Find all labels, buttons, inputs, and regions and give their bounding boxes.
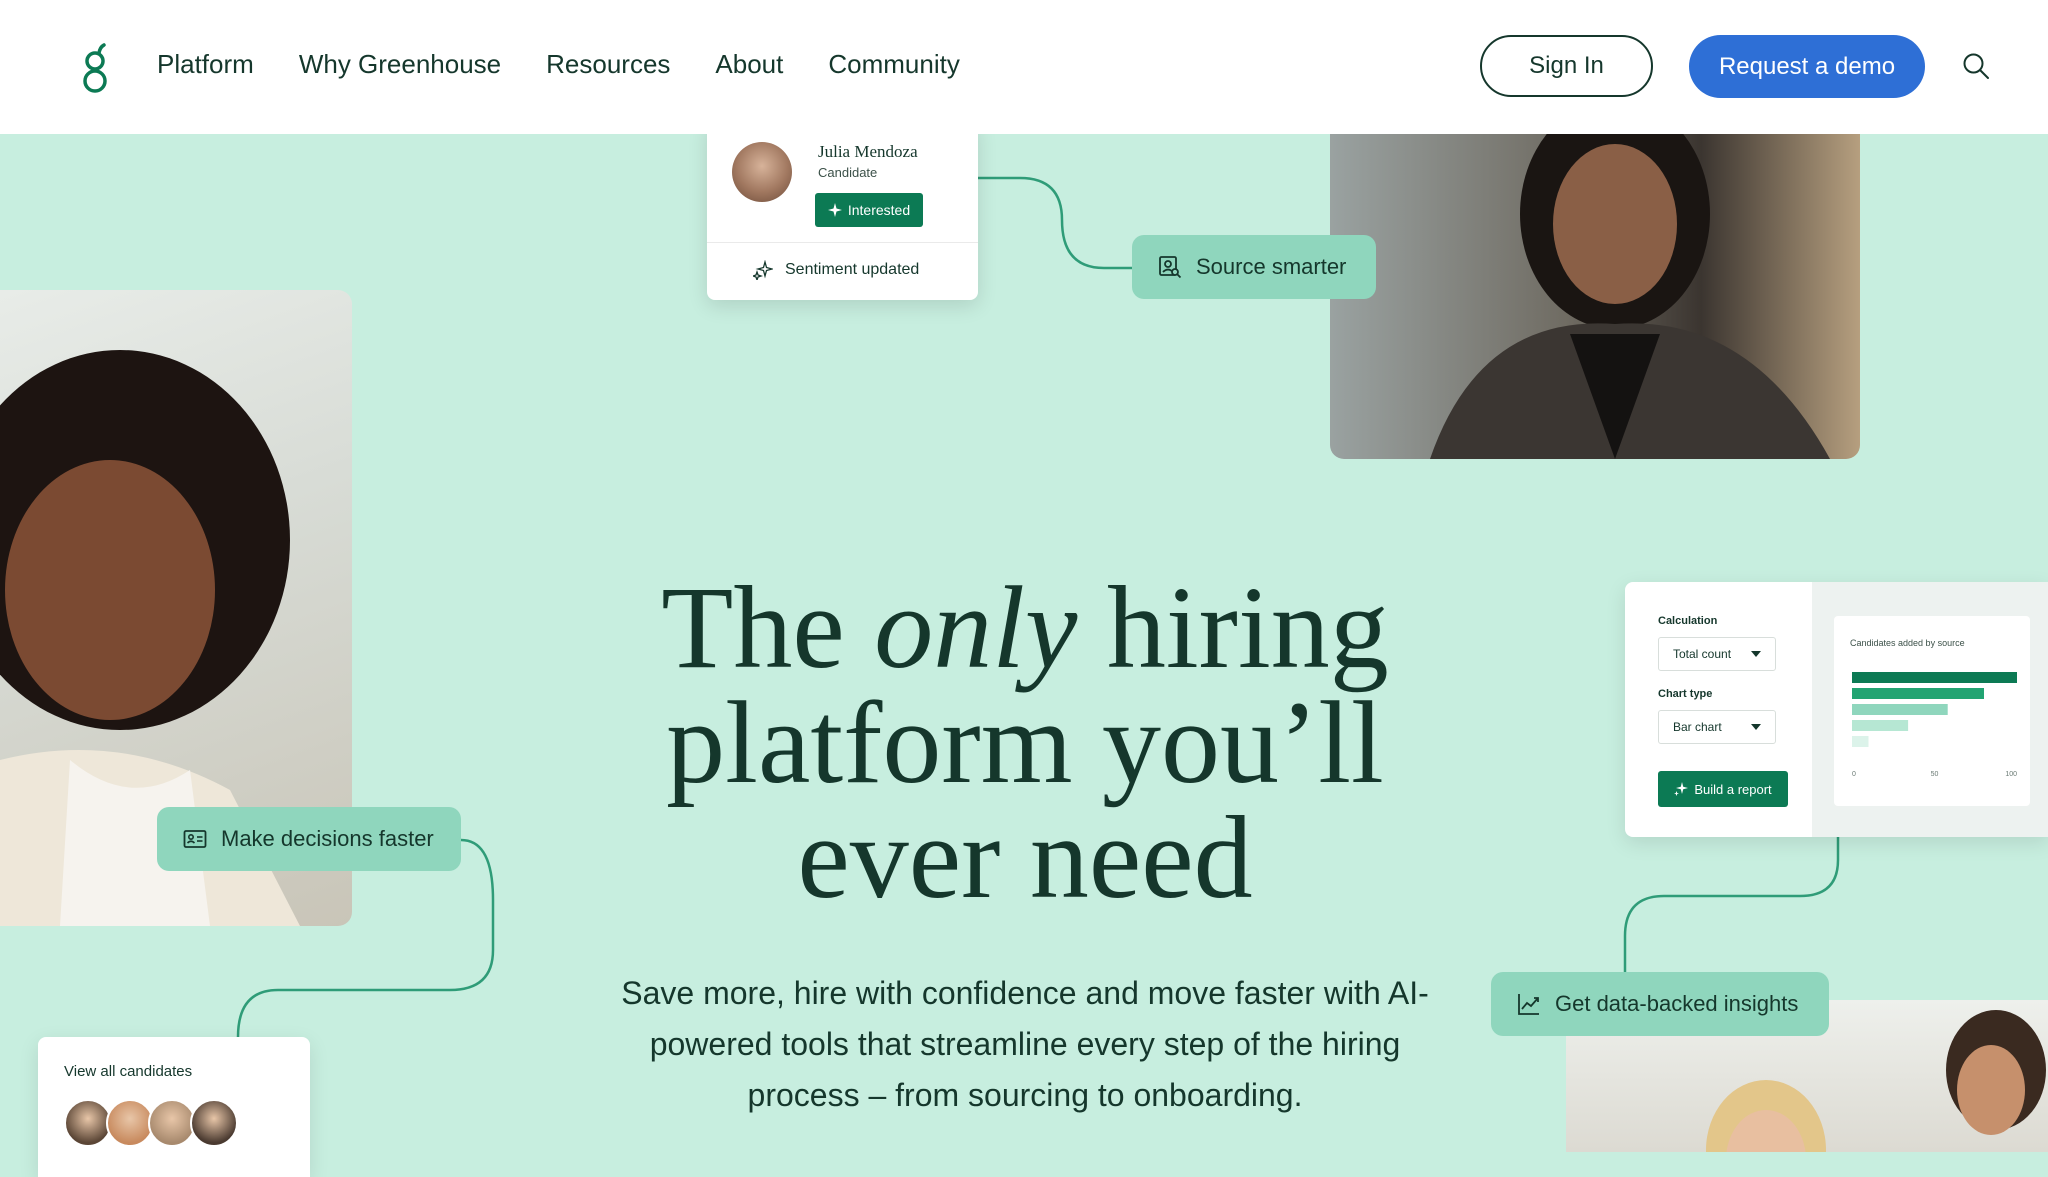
tag-label: Make decisions faster	[221, 826, 434, 851]
chart-bar	[1852, 720, 1909, 731]
request-demo-button[interactable]: Request a demo	[1689, 35, 1925, 98]
chevron-down-icon	[1751, 651, 1761, 657]
chart-type-value: Bar chart	[1673, 720, 1722, 734]
title-emphasis: only	[874, 562, 1078, 693]
search-icon[interactable]	[1962, 52, 1990, 80]
sign-in-button[interactable]: Sign In	[1480, 35, 1653, 97]
nav-community[interactable]: Community	[828, 48, 959, 80]
candidates-card[interactable]: View all candidates	[38, 1037, 310, 1177]
greenhouse-logo-icon[interactable]	[82, 43, 108, 93]
chart-bar	[1852, 672, 2017, 683]
sparkle-icon	[753, 260, 773, 280]
sentiment-label: Sentiment updated	[785, 261, 920, 278]
chevron-down-icon	[1751, 724, 1761, 730]
bar-chart: Candidates added by source 0 50 100	[1834, 616, 2030, 806]
tag-make-decisions-faster: Make decisions faster	[157, 807, 461, 871]
report-builder-card: Calculation Total count Chart type Bar c…	[1625, 582, 2048, 837]
line-chart-icon	[1518, 994, 1539, 1015]
scorecard-icon	[183, 830, 207, 848]
nav-platform[interactable]: Platform	[157, 48, 254, 80]
calculation-label: Calculation	[1658, 615, 1718, 627]
candidate-role: Candidate	[818, 165, 878, 180]
tag-data-backed-insights: Get data-backed insights	[1491, 972, 1829, 1036]
build-report-label: Build a report	[1694, 781, 1772, 797]
chart-type-label: Chart type	[1658, 688, 1713, 700]
photo-man-portrait	[1330, 134, 1860, 459]
candidate-name: Julia Mendoza	[818, 142, 918, 161]
tag-source-smarter: Source smarter	[1132, 235, 1376, 299]
chart-canvas: 0 50 100	[1852, 672, 2017, 778]
sparkle-icon	[1674, 782, 1689, 796]
chart-bar	[1852, 736, 1869, 747]
avatar	[148, 1099, 196, 1147]
chart-bar	[1852, 688, 1984, 699]
search-person-icon	[1159, 256, 1182, 279]
chart-tick-label: 50	[1931, 771, 1939, 778]
page-title: The only hiring platform you’ll ever nee…	[560, 569, 1490, 917]
nav-why-greenhouse[interactable]: Why Greenhouse	[299, 48, 501, 80]
candidate-card: Julia Mendoza Candidate Interested Senti…	[707, 120, 978, 300]
status-badge: Interested	[815, 193, 923, 227]
site-header: Platform Why Greenhouse Resources About …	[0, 0, 2048, 134]
avatar	[190, 1099, 238, 1147]
build-report-button[interactable]: Build a report	[1658, 771, 1788, 807]
avatar	[732, 142, 792, 202]
sparkle-icon	[827, 203, 842, 217]
calculation-select[interactable]: Total count	[1658, 637, 1776, 671]
chart-tick-label: 100	[2005, 771, 2017, 778]
calculation-value: Total count	[1673, 647, 1732, 661]
avatar	[106, 1099, 154, 1147]
divider	[707, 242, 978, 243]
nav-about[interactable]: About	[715, 48, 783, 80]
main-nav: Platform Why Greenhouse Resources About …	[157, 48, 960, 80]
report-preview: Candidates added by source 0 50 100	[1812, 582, 2048, 837]
nav-resources[interactable]: Resources	[546, 48, 670, 80]
report-controls: Calculation Total count Chart type Bar c…	[1625, 582, 1812, 837]
avatar-group	[64, 1099, 238, 1147]
chart-type-select[interactable]: Bar chart	[1658, 710, 1776, 744]
title-part-1: The	[661, 562, 875, 693]
avatar	[64, 1099, 112, 1147]
tag-label: Source smarter	[1196, 254, 1347, 279]
view-all-candidates-link[interactable]: View all candidates	[64, 1063, 192, 1080]
status-badge-label: Interested	[847, 202, 911, 218]
chart-bar	[1852, 704, 1948, 715]
chart-tick-label: 0	[1852, 771, 1856, 778]
hero-subtitle: Save more, hire with confidence and move…	[621, 975, 1429, 1113]
tag-label: Get data-backed insights	[1555, 991, 1799, 1016]
sentiment-status: Sentiment updated	[753, 260, 919, 280]
